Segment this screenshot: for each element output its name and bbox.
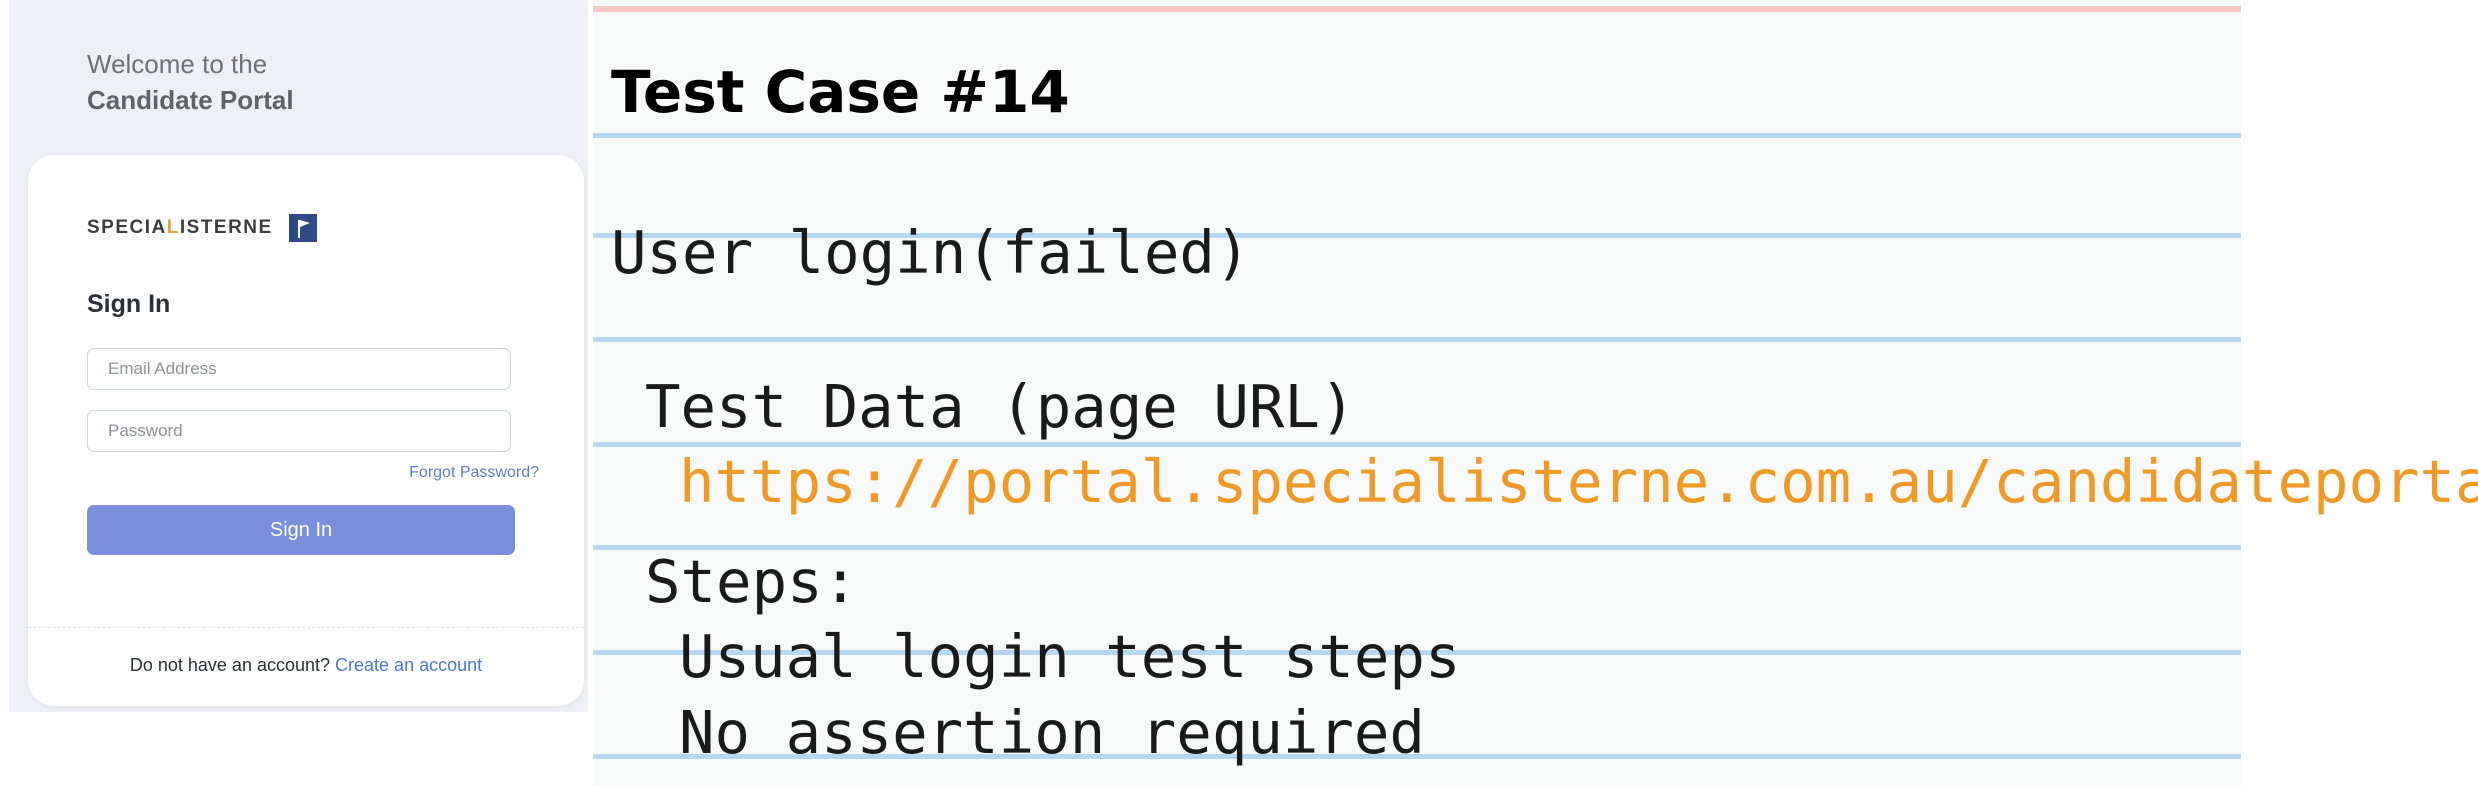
test-case-notebook: Test Case #14 User login(failed) Test Da… <box>593 0 2478 786</box>
test-data-url: https://portal.specialisterne.com.au/can… <box>679 447 2478 516</box>
signup-row: Do not have an account? Create an accoun… <box>28 655 584 676</box>
logo-wordmark: SPECIALISTERNE <box>87 217 273 238</box>
sign-in-button[interactable]: Sign In <box>87 505 515 555</box>
candidate-portal-panel: Welcome to the Candidate Portal SPECIALI… <box>9 0 588 712</box>
welcome-heading: Welcome to the Candidate Portal <box>87 46 487 118</box>
specialisterne-logo: SPECIALISTERNE <box>87 213 317 243</box>
sign-in-heading: Sign In <box>87 290 171 318</box>
test-case-title: Test Case #14 <box>611 58 1070 126</box>
step-item: No assertion required <box>679 698 1425 767</box>
flag-icon <box>288 214 317 242</box>
test-data-label: Test Data (page URL) <box>645 372 1356 441</box>
forgot-password-link[interactable]: Forgot Password? <box>409 464 539 482</box>
create-account-link[interactable]: Create an account <box>335 655 482 675</box>
screenshot-root: Welcome to the Candidate Portal SPECIALI… <box>0 0 2478 786</box>
portal-name: Candidate Portal <box>87 85 294 115</box>
password-field[interactable] <box>87 410 511 452</box>
signup-prompt: Do not have an account? <box>129 655 331 675</box>
notebook-rule-line <box>593 133 2241 138</box>
card-divider <box>28 627 584 628</box>
email-field[interactable] <box>87 348 511 390</box>
welcome-line: Welcome to the <box>87 49 268 79</box>
test-case-name: User login(failed) <box>611 218 1251 287</box>
steps-label: Steps: <box>645 547 859 616</box>
notebook-rule-line <box>593 337 2241 342</box>
sign-in-card: SPECIALISTERNE Sign In Forgot Password? … <box>28 155 584 706</box>
notebook-margin-line <box>593 6 2241 12</box>
step-item: Usual login test steps <box>679 622 1461 691</box>
